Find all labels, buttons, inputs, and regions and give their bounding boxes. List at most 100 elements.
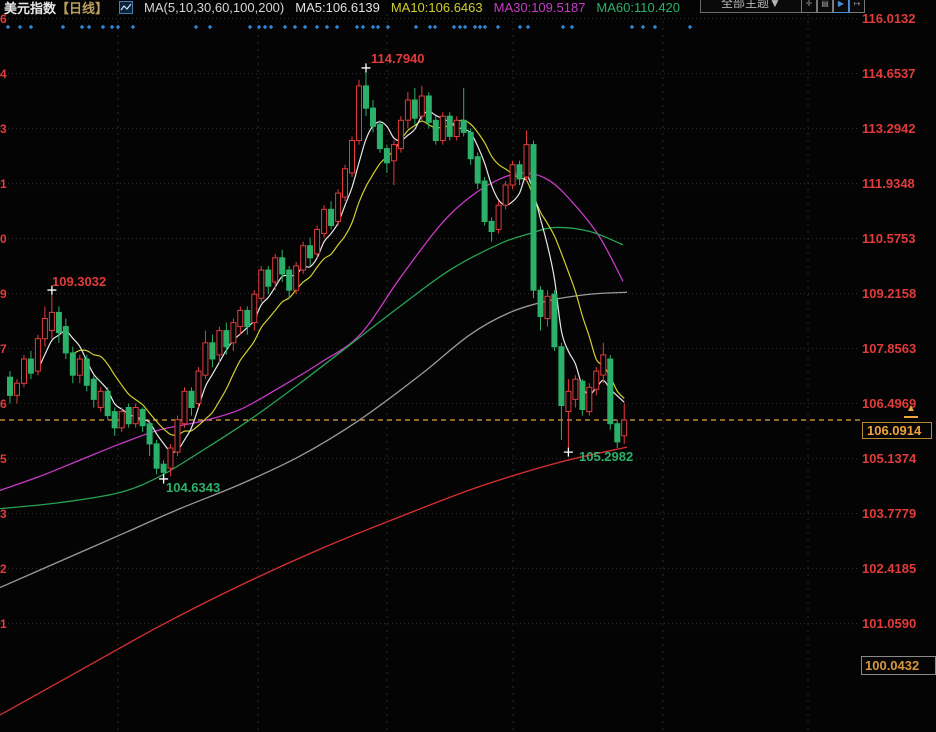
candle: [175, 420, 180, 452]
line-chart-icon[interactable]: [119, 1, 133, 14]
candle: [503, 185, 508, 205]
candle: [84, 359, 89, 385]
candle: [224, 331, 229, 347]
candle: [210, 343, 215, 359]
expand-panel-icon[interactable]: ↦: [849, 0, 865, 13]
candle: [322, 209, 327, 233]
candle: [357, 86, 362, 141]
candle: [287, 270, 292, 290]
svg-text:4: 4: [0, 67, 7, 81]
price-extreme-label: 114.7940: [371, 51, 425, 66]
candle: [15, 383, 20, 395]
ma5-value: MA5:106.6139: [295, 0, 380, 15]
axis-price-label: 111.9348: [862, 176, 915, 191]
candle: [552, 294, 557, 347]
candle: [231, 323, 236, 343]
axis-price-label: 105.1374: [862, 451, 916, 466]
candle: [168, 448, 173, 468]
candle: [364, 86, 369, 108]
candle: [112, 412, 117, 428]
candle: [433, 120, 438, 140]
candle: [154, 444, 159, 468]
candle: [217, 331, 222, 355]
candle: [126, 408, 131, 424]
candle: [315, 230, 320, 254]
candle: [391, 145, 396, 161]
candle: [196, 371, 201, 403]
candle: [280, 258, 285, 274]
candle: [273, 258, 278, 282]
axis-price-label: 116.0132: [862, 11, 916, 26]
candle: [524, 145, 529, 177]
candle: [77, 359, 82, 375]
axis-price-label: 103.7779: [862, 506, 916, 521]
candle: [566, 391, 571, 411]
candle: [594, 371, 599, 389]
candle: [461, 120, 466, 132]
svg-text:0: 0: [0, 232, 7, 246]
instrument-title: 美元指数: [4, 0, 56, 17]
svg-text:3: 3: [0, 122, 7, 136]
candle: [538, 290, 543, 316]
axis-price-label: 113.2942: [862, 121, 916, 136]
candle: [140, 410, 145, 426]
svg-text:6: 6: [0, 397, 7, 411]
candle: [42, 319, 47, 339]
candle: [384, 149, 389, 163]
crosshair-move-icon[interactable]: ✛: [801, 0, 817, 13]
candle: [343, 169, 348, 197]
floor-level-badge: 100.0432: [861, 656, 936, 675]
ma60-value: MA60:110.420: [596, 0, 680, 15]
candle: [545, 296, 550, 318]
candle: [238, 310, 243, 326]
candle: [573, 379, 578, 399]
svg-text:7: 7: [0, 342, 7, 356]
candle: [559, 347, 564, 406]
svg-text:1: 1: [0, 177, 7, 191]
axis-price-label: 109.2158: [862, 286, 916, 301]
candle: [35, 339, 40, 371]
axis-price-label: 107.8563: [862, 341, 916, 356]
left-axis-clipped-digits: 643109765321: [0, 12, 7, 631]
candle: [426, 96, 431, 122]
candle: [419, 96, 424, 116]
svg-text:5: 5: [0, 452, 7, 466]
candle: [489, 221, 494, 231]
candle: [454, 120, 459, 136]
candle: [531, 145, 536, 291]
candle: [63, 327, 68, 353]
candle: [294, 266, 299, 290]
candle: [133, 408, 138, 424]
candle: [189, 391, 194, 407]
ma10-value: MA10:106.6463: [391, 0, 483, 15]
candle: [622, 420, 627, 436]
candle: [252, 294, 257, 322]
candle: [482, 181, 487, 222]
ma-line-ma100: [0, 292, 627, 587]
candle: [308, 246, 313, 258]
candle: [105, 391, 110, 415]
chart-window: 643109765321 美元指数【日线】 MA(5,10,30,60,100,…: [0, 0, 936, 732]
candle: [28, 359, 33, 373]
candle: [182, 391, 187, 423]
candle: [336, 193, 341, 221]
candlestick-chart[interactable]: 643109765321: [0, 0, 936, 732]
candle: [517, 165, 522, 179]
candle: [147, 424, 152, 444]
candle: [266, 270, 271, 286]
svg-text:2: 2: [0, 562, 7, 576]
axis-price-label: 101.0590: [862, 616, 916, 631]
chart-header: 美元指数【日线】 MA(5,10,30,60,100,200) MA5:106.…: [4, 0, 680, 14]
candle: [377, 124, 382, 148]
play-chart-icon[interactable]: ▶: [833, 0, 849, 13]
ma-line-ma30: [0, 173, 623, 491]
candle: [398, 120, 403, 148]
candle: [412, 100, 417, 118]
candle: [91, 379, 96, 399]
ma-settings-label[interactable]: MA(5,10,30,60,100,200): [144, 0, 284, 15]
ma-line-ma200: [0, 447, 627, 715]
axis-price-label: 102.4185: [862, 561, 916, 576]
svg-text:9: 9: [0, 287, 7, 301]
themes-dropdown[interactable]: 全部主题▼: [700, 0, 802, 13]
chart-window-icon[interactable]: ▤: [817, 0, 833, 13]
